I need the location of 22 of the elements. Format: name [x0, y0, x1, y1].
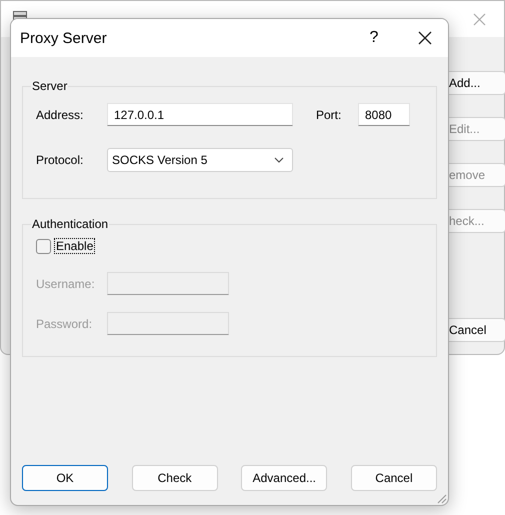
dialog-title: Proxy Server: [20, 30, 108, 46]
group-legend: Authentication: [31, 217, 110, 231]
address-field[interactable]: 127.0.0.1: [107, 103, 293, 126]
port-field[interactable]: 8080: [358, 103, 410, 126]
dialog-button[interactable]: Cancel: [350, 465, 437, 491]
close-icon: [418, 31, 432, 45]
close-icon[interactable]: [473, 12, 486, 26]
field-label: Address:: [36, 108, 84, 122]
field-label: Username:: [36, 276, 96, 290]
field-label: Protocol:: [36, 153, 84, 167]
protocol-select[interactable]: SOCKS Version 5: [107, 148, 293, 172]
resize-grip-icon[interactable]: [435, 492, 447, 504]
chevron-icon: [274, 157, 284, 163]
field-label: Password:: [36, 316, 94, 330]
group-legend: Server: [31, 79, 68, 93]
field-label: Port:: [316, 108, 342, 122]
help-button[interactable]: ?: [351, 29, 397, 47]
checkbox-label[interactable]: Enable: [54, 238, 96, 254]
dialog-button[interactable]: Check: [132, 465, 218, 491]
dialog-button[interactable]: Advanced...: [241, 465, 328, 491]
checkbox[interactable]: [36, 238, 51, 254]
dialog-button[interactable]: OK: [22, 465, 108, 491]
